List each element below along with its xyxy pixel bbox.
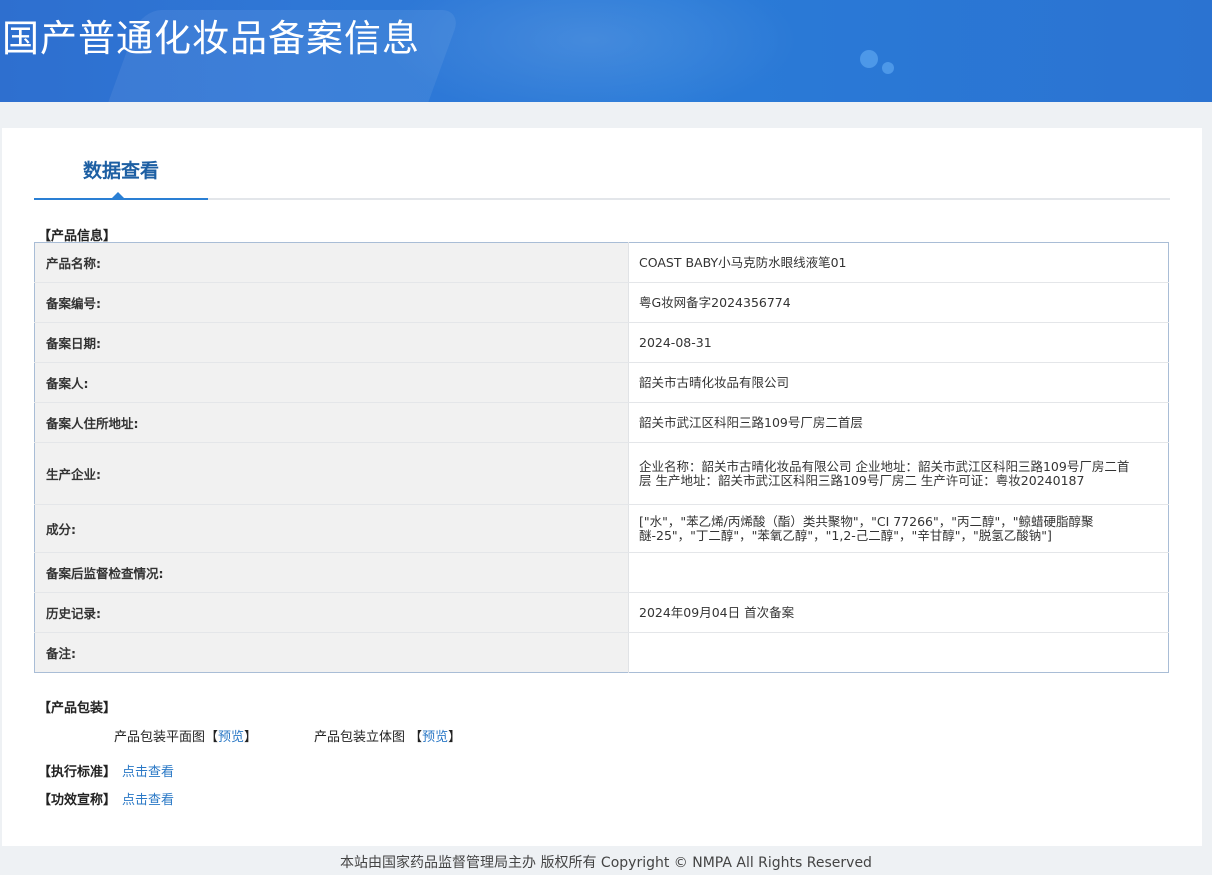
field-value: ["水"，"苯乙烯/丙烯酸（酯）类共聚物"，"CI 77266"，"丙二醇"，"…	[628, 504, 1169, 553]
packaging-stereo-preview-link[interactable]: 预览	[422, 730, 448, 745]
field-value: 韶关市武江区科阳三路109号厂房二首层	[628, 402, 1169, 443]
table-row: 备案人: 韶关市古晴化妆品有限公司	[34, 362, 1169, 403]
packaging-flat-item: 产品包装平面图【预览】	[114, 726, 257, 745]
page-title: 国产普通化妆品备案信息	[2, 17, 420, 60]
field-label: 备案日期:	[34, 322, 629, 363]
footer-copyright: 本站由国家药品监督管理局主办 版权所有 Copyright © NMPA All…	[340, 855, 872, 871]
field-value: 企业名称：韶关市古晴化妆品有限公司 企业地址：韶关市武江区科阳三路109号厂房二…	[628, 442, 1169, 505]
field-label: 备案后监督检查情况:	[34, 552, 629, 593]
field-label: 备案编号:	[34, 282, 629, 323]
field-label: 备注:	[34, 632, 629, 673]
packaging-stereo-label: 产品包装立体图	[314, 730, 410, 745]
table-row: 备案日期: 2024-08-31	[34, 322, 1169, 363]
content-panel: 数据查看 【产品信息】 产品名称: COAST BABY小马克防水眼线液笔01 …	[2, 128, 1202, 846]
packaging-flat-label: 产品包装平面图	[114, 730, 206, 745]
table-row: 历史记录: 2024年09月04日 首次备案	[34, 592, 1169, 633]
page-header: 国产普通化妆品备案信息	[0, 0, 1212, 102]
packaging-section-label: 【产品包装】	[38, 701, 117, 716]
field-value: COAST BABY小马克防水眼线液笔01	[628, 242, 1169, 283]
efficacy-label: 【功效宣称】	[38, 793, 117, 808]
header-decoration-dot	[860, 50, 878, 68]
field-value: 2024-08-31	[628, 322, 1169, 363]
field-value: 2024年09月04日 首次备案	[628, 592, 1169, 633]
standard-label: 【执行标准】	[38, 765, 117, 780]
field-label: 备案人:	[34, 362, 629, 403]
field-label: 生产企业:	[34, 442, 629, 505]
field-label: 备案人住所地址:	[34, 402, 629, 443]
field-label: 成分:	[34, 504, 629, 553]
table-row: 备案后监督检查情况:	[34, 552, 1169, 593]
field-label: 历史记录:	[34, 592, 629, 633]
field-value	[629, 633, 1169, 673]
table-row: 生产企业: 企业名称：韶关市古晴化妆品有限公司 企业地址：韶关市武江区科阳三路1…	[34, 442, 1169, 505]
tab-label: 数据查看	[82, 160, 159, 182]
header-decoration-dot	[882, 62, 894, 74]
bracket: 【	[205, 730, 219, 745]
field-value: 粤G妆网备字2024356774	[628, 282, 1169, 323]
bracket: 】	[448, 730, 462, 745]
standard-view-link[interactable]: 点击查看	[122, 765, 174, 780]
packaging-stereo-item: 产品包装立体图 【预览】	[314, 726, 461, 745]
table-row: 产品名称: COAST BABY小马克防水眼线液笔01	[34, 242, 1169, 283]
efficacy-row: 【功效宣称】 点击查看	[38, 789, 174, 808]
field-label: 产品名称:	[34, 242, 629, 283]
table-row: 备案编号: 粤G妆网备字2024356774	[34, 282, 1169, 323]
table-row: 成分: ["水"，"苯乙烯/丙烯酸（酯）类共聚物"，"CI 77266"，"丙二…	[34, 504, 1169, 553]
table-row: 备案人住所地址: 韶关市武江区科阳三路109号厂房二首层	[34, 402, 1169, 443]
efficacy-view-link[interactable]: 点击查看	[122, 793, 174, 808]
product-info-table: 产品名称: COAST BABY小马克防水眼线液笔01 备案编号: 粤G妆网备字…	[34, 242, 1169, 673]
packaging-flat-preview-link[interactable]: 预览	[218, 730, 244, 745]
table-row: 备注:	[34, 632, 1169, 673]
bracket: 】	[244, 730, 258, 745]
bracket: 【	[409, 730, 423, 745]
field-value	[628, 552, 1169, 593]
tab-data-view[interactable]: 数据查看	[34, 158, 208, 200]
header-decoration	[380, 0, 800, 102]
tab-bar: 数据查看	[34, 158, 1170, 200]
field-value: 韶关市古晴化妆品有限公司	[628, 362, 1169, 403]
tab-indicator-arrow	[111, 192, 125, 199]
standard-row: 【执行标准】 点击查看	[38, 761, 174, 780]
